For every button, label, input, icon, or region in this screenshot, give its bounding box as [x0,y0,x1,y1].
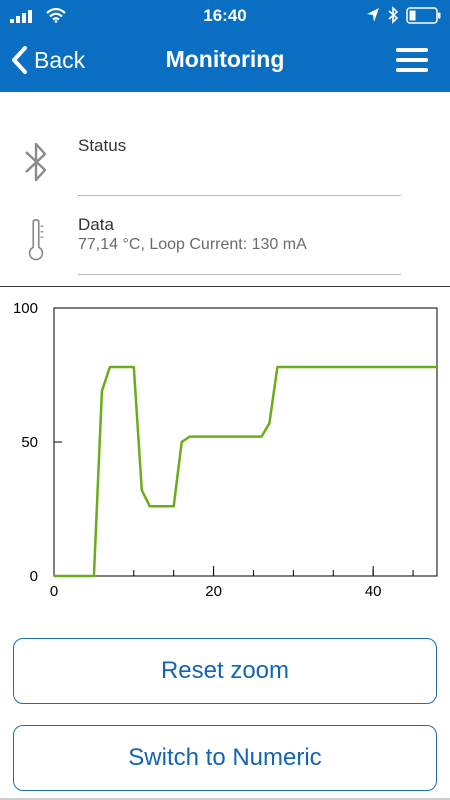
status-label: Status [78,136,127,155]
x-tick-label: 40 [365,583,382,600]
x-tick-label: 20 [205,583,222,600]
data-row: Data 77,14 °C, Loop Current: 130 mA [0,198,450,278]
hamburger-menu-button[interactable] [396,48,430,72]
series-line [54,365,437,578]
reset-zoom-button[interactable]: Reset zoom [13,638,437,704]
temperature-line-chart[interactable]: 0 20 40 0 50 100 [0,290,450,620]
thermometer-icon [28,219,44,261]
status-bar: 16:40 [0,0,450,32]
battery-icon [406,7,441,24]
status-row: Status [0,118,450,198]
y-tick-label: 50 [21,434,38,451]
menu-icon-bar [396,68,428,72]
location-arrow-icon [367,8,379,22]
switch-to-numeric-button[interactable]: Switch to Numeric [13,725,437,791]
divider [78,274,401,275]
back-label: Back [34,46,86,73]
y-tick-label: 0 [30,568,38,585]
x-tick-label: 0 [50,583,58,600]
data-value: 77,14 °C, Loop Current: 130 mA [78,236,307,253]
section-divider [0,286,450,287]
divider [78,195,401,196]
app-header: 16:40 Back Monitoring [0,0,450,92]
menu-icon-bar [396,58,428,62]
plot-frame [53,307,438,577]
y-tick-label: 100 [13,300,38,317]
menu-icon-bar [396,48,428,52]
back-button[interactable]: Back [10,42,85,78]
data-label: Data [78,215,114,234]
bluetooth-status-icon [388,6,399,24]
navigation-bar: Back Monitoring [0,36,450,84]
status-time: 16:40 [203,6,247,25]
bluetooth-icon [25,142,47,182]
chevron-left-icon [12,46,27,74]
